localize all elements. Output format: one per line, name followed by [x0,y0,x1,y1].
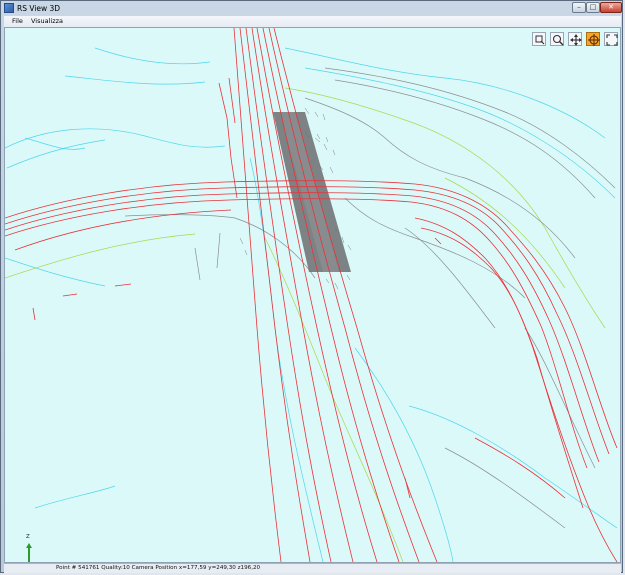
orbit-icon [588,34,600,46]
app-icon [4,3,14,13]
axis-label-z: Z [26,534,30,540]
3d-viewport[interactable]: Z x Y [4,27,621,563]
orbit-tool[interactable] [586,32,600,46]
minimize-button[interactable]: – [572,2,586,13]
menu-bar: File Visualizza [4,16,621,27]
contour-lines-cyan [5,47,618,562]
fullscreen-icon [606,34,618,46]
pan-tool[interactable] [568,32,582,46]
app-window: RS View 3D – □ ✕ File Visualizza Z Point… [0,0,623,573]
status-bar: Point # 541761 Quality:10 Camera Positio… [4,563,621,573]
survey-lines-gray [124,67,616,529]
zoom-icon [552,34,564,46]
close-button[interactable]: ✕ [600,2,622,13]
title-bar[interactable]: RS View 3D – □ ✕ [1,1,622,16]
menu-visualizza[interactable]: Visualizza [31,17,63,26]
window-title: RS View 3D [17,4,61,13]
status-text: Point # 541761 Quality:10 Camera Positio… [56,565,261,571]
rail-lines-red [233,28,438,562]
axis-gizmo: Z x Y [11,534,47,562]
fullscreen-tool[interactable] [604,32,618,46]
maximize-button[interactable]: □ [586,2,600,13]
pan-icon [570,34,582,46]
zoom-window-icon [535,35,545,45]
zoom-tool[interactable] [550,32,564,46]
point-cloud-scene[interactable] [5,28,621,563]
zoom-window-tool[interactable] [532,32,546,46]
menu-file[interactable]: File [12,17,23,26]
